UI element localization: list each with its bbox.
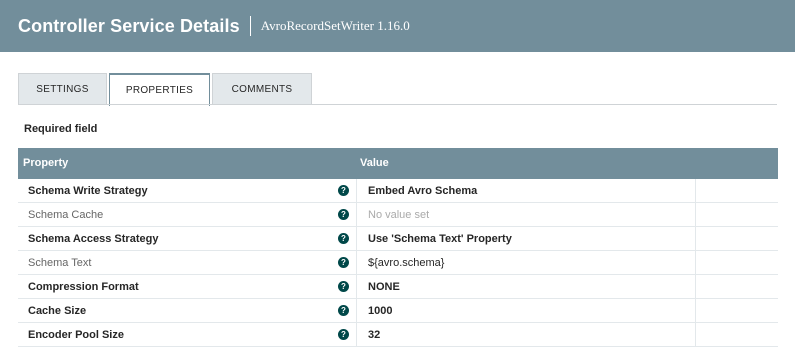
- property-name: Encoder Pool Size: [28, 329, 124, 341]
- required-field-label: Required field: [24, 123, 98, 135]
- property-name: Schema Access Strategy: [28, 233, 159, 245]
- property-name: Schema Cache: [28, 209, 104, 221]
- help-icon[interactable]: ?: [338, 329, 349, 340]
- property-value: 1000: [368, 305, 393, 317]
- property-value-cell[interactable]: Use 'Schema Text' Property: [356, 227, 696, 250]
- property-row: Schema Access Strategy? Use 'Schema Text'…: [18, 227, 778, 251]
- property-value-cell[interactable]: 1000: [356, 299, 696, 322]
- dialog-header: Controller Service Details AvroRecordSet…: [0, 0, 795, 52]
- tab-settings[interactable]: SETTINGS: [18, 73, 107, 105]
- title-separator: [249, 16, 251, 36]
- help-icon[interactable]: ?: [338, 209, 349, 220]
- property-value-cell[interactable]: NONE: [356, 275, 696, 298]
- help-icon[interactable]: ?: [338, 305, 349, 316]
- column-header-property[interactable]: Property: [23, 157, 68, 169]
- property-value-cell[interactable]: No value set: [356, 203, 696, 226]
- property-value: ${avro.schema}: [368, 257, 445, 269]
- property-row: Compression Format? NONE: [18, 275, 778, 299]
- property-value: No value set: [368, 209, 430, 221]
- tab-comments[interactable]: COMMENTS: [212, 73, 312, 105]
- component-type-subtitle: AvroRecordSetWriter 1.16.0: [260, 18, 410, 33]
- property-name: Schema Text: [28, 257, 92, 269]
- property-value-cell[interactable]: Embed Avro Schema: [356, 179, 696, 202]
- property-value: 32: [368, 329, 381, 341]
- property-name: Compression Format: [28, 281, 139, 293]
- property-row: Encoder Pool Size? 32: [18, 323, 778, 347]
- property-row: Schema Cache? No value set: [18, 203, 778, 227]
- tab-properties[interactable]: PROPERTIES: [109, 73, 210, 106]
- dialog-title: Controller Service Details: [18, 15, 240, 36]
- help-icon[interactable]: ?: [338, 257, 349, 268]
- grid-header: Property Value: [18, 148, 778, 179]
- tab-divider: [18, 104, 777, 105]
- property-name: Cache Size: [28, 305, 87, 317]
- property-row: Cache Size? 1000: [18, 299, 778, 323]
- property-value: Use 'Schema Text' Property: [368, 233, 512, 245]
- help-icon[interactable]: ?: [338, 233, 349, 244]
- tab-bar: SETTINGS PROPERTIES COMMENTS: [18, 73, 314, 106]
- property-row: Schema Text? ${avro.schema}: [18, 251, 778, 275]
- help-icon[interactable]: ?: [338, 281, 349, 292]
- property-value-cell[interactable]: ${avro.schema}: [356, 251, 696, 274]
- help-icon[interactable]: ?: [338, 185, 349, 196]
- property-name: Schema Write Strategy: [28, 185, 148, 197]
- property-value-cell[interactable]: 32: [356, 323, 696, 346]
- property-value: Embed Avro Schema: [368, 185, 478, 197]
- property-value: NONE: [368, 281, 400, 293]
- property-row: Schema Write Strategy? Embed Avro Schema: [18, 179, 778, 203]
- properties-grid: Property Value Schema Write Strategy? Emb…: [18, 148, 778, 347]
- column-header-value[interactable]: Value: [360, 157, 389, 169]
